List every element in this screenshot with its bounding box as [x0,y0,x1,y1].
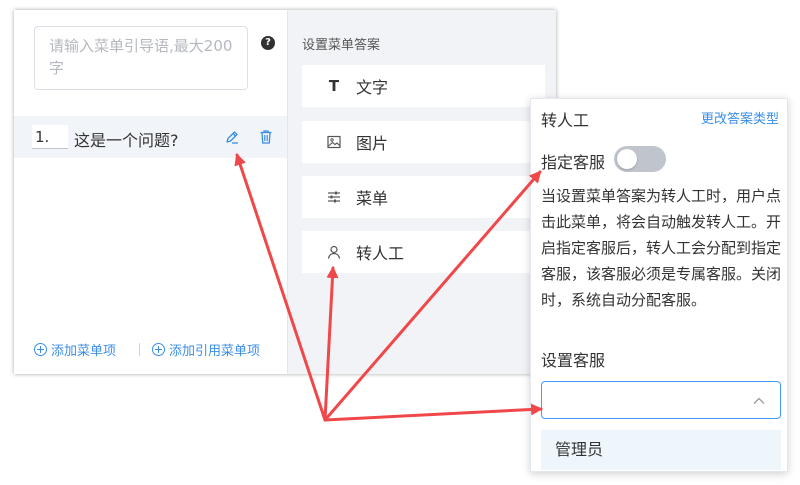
answer-type-label: 文字 [356,78,389,97]
popover-title: 转人工 [541,111,590,130]
human-agent-settings-popover: 转人工 更改答案类型 指定客服 当设置菜单答案为转人工时，用户点击此菜单，将会自… [530,98,788,472]
add-menu-item-label: 添加菜单项 [51,344,117,359]
chevron-up-icon [752,393,766,412]
add-referenced-menu-item-button[interactable]: 添加引用菜单项 [152,340,260,359]
agent-select[interactable] [541,381,781,419]
text-icon: T [328,77,340,95]
answer-type-human-agent[interactable]: 转人工 [302,231,545,273]
answer-type-column: 设置菜单答案 T 文字 图片 菜单 转人工 [287,10,556,374]
answer-type-label: 菜单 [356,189,389,208]
add-circle-icon [152,343,165,356]
answer-settings-title: 设置菜单答案 [302,38,381,53]
menu-item-question: 这是一个问题? [74,131,179,150]
change-answer-type-link[interactable]: 更改答案类型 [701,108,779,127]
answer-type-label: 转人工 [356,244,405,263]
trash-icon[interactable] [258,129,274,145]
arrow-to-agent-select [323,403,543,422]
menu-guide-input[interactable] [34,26,248,90]
menu-footer-actions: 添加菜单项 添加引用菜单项 [34,340,284,360]
edit-icon[interactable] [224,129,240,145]
help-icon[interactable]: ? [261,36,275,50]
add-circle-icon [34,343,47,356]
answer-type-label: 图片 [356,134,389,153]
menu-editor-panel: ? 这是一个问题? [14,10,556,374]
assign-agent-label: 指定客服 [541,153,606,172]
menu-item-row[interactable]: 这是一个问题? [14,116,287,158]
user-icon [324,244,344,260]
footer-divider [139,343,140,356]
menu-item-index-input[interactable] [32,125,68,149]
add-referenced-menu-item-label: 添加引用菜单项 [169,344,261,359]
assign-agent-description: 当设置菜单答案为转人工时，用户点击此菜单，将会自动触发转人工。开启指定客服后，转… [541,187,782,309]
assign-agent-toggle[interactable] [614,146,666,172]
agent-option-admin[interactable]: 管理员 [541,430,781,470]
answer-type-image[interactable]: 图片 [302,121,545,163]
answer-type-menu[interactable]: 菜单 [302,176,545,218]
sliders-icon [324,189,344,205]
set-agent-label: 设置客服 [541,351,606,370]
answer-type-text[interactable]: T 文字 [302,65,545,107]
toggle-knob [617,149,637,169]
image-icon [324,134,344,150]
menu-items-column: ? 这是一个问题? [14,10,287,374]
add-menu-item-button[interactable]: 添加菜单项 [34,340,116,359]
